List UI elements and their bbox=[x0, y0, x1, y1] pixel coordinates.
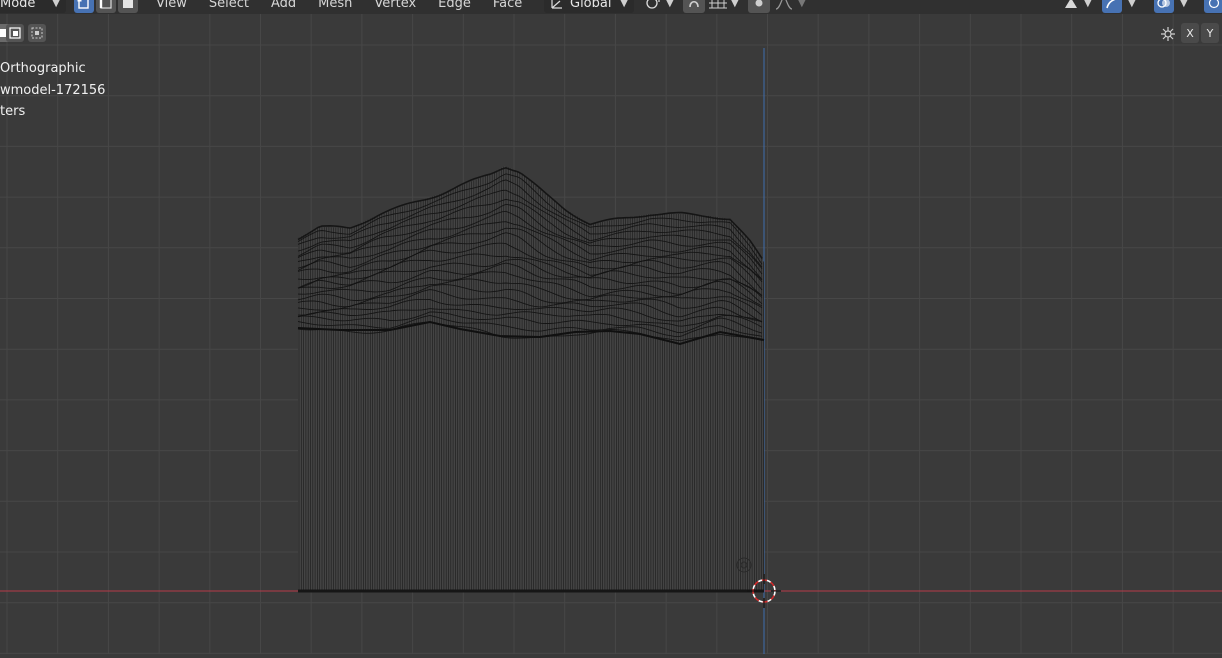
proportional-edit-icon[interactable] bbox=[748, 0, 770, 13]
shading-mode-button[interactable] bbox=[1204, 0, 1222, 14]
view-projection-label: Orthographic bbox=[0, 61, 86, 76]
xray-toggle[interactable]: ▼ bbox=[1154, 0, 1188, 14]
chevron-down-icon[interactable]: ▼ bbox=[798, 0, 806, 9]
select-extend-icon[interactable] bbox=[6, 24, 24, 42]
chevron-down-icon[interactable]: ▼ bbox=[731, 0, 739, 9]
snapping-controls: ▼ bbox=[683, 0, 739, 14]
menu-vertex[interactable]: Vertex bbox=[374, 0, 416, 11]
chevron-down-icon: ▼ bbox=[1128, 0, 1136, 9]
gizmo-toggle[interactable]: ▼ bbox=[1062, 0, 1092, 14]
edge-select-icon[interactable] bbox=[96, 0, 116, 13]
select-subtract-icon[interactable] bbox=[28, 24, 46, 42]
chevron-down-icon: ▼ bbox=[1084, 0, 1092, 9]
chevron-down-icon: ▼ bbox=[666, 0, 674, 9]
viewport-info-text: Orthographic wmodel-172156 ters bbox=[0, 58, 105, 123]
view-x-axis-button[interactable]: X bbox=[1181, 23, 1199, 43]
falloff-curve-icon[interactable] bbox=[774, 0, 794, 10]
mode-label: Mode bbox=[0, 0, 36, 11]
chevron-down-icon: ▼ bbox=[620, 0, 628, 9]
face-select-icon[interactable] bbox=[118, 0, 138, 13]
view-y-axis-button[interactable]: Y bbox=[1201, 23, 1219, 43]
terrain-mesh-wireframe[interactable] bbox=[297, 166, 765, 593]
3d-viewport[interactable] bbox=[0, 14, 1222, 654]
mode-selector[interactable]: Mode ▼ bbox=[0, 0, 66, 14]
proportional-editing-controls: ▼ bbox=[748, 0, 806, 14]
viewport-header: Mode ▼ View Select Add Mesh Vertex Edge … bbox=[0, 0, 1222, 14]
axis-gizmo-icon[interactable] bbox=[1158, 25, 1178, 47]
units-label: ters bbox=[0, 104, 26, 119]
chevron-down-icon: ▼ bbox=[52, 0, 60, 9]
menu-select[interactable]: Select bbox=[209, 0, 249, 11]
orientation-label: Global bbox=[570, 0, 612, 11]
transform-orientation-selector[interactable]: Global ▼ bbox=[544, 0, 634, 14]
menu-add[interactable]: Add bbox=[271, 0, 296, 11]
viewport-canvas[interactable] bbox=[0, 14, 1222, 654]
menu-edge[interactable]: Edge bbox=[438, 0, 471, 11]
wireframe-shading-icon bbox=[1204, 0, 1222, 13]
gizmo-icon bbox=[1065, 0, 1077, 8]
menu-mesh[interactable]: Mesh bbox=[318, 0, 352, 11]
pivot-point-selector[interactable]: ▼ bbox=[644, 0, 674, 14]
pivot-point-icon bbox=[646, 0, 660, 9]
overlay-toggle[interactable]: ▼ bbox=[1102, 0, 1136, 14]
orientation-axes-icon bbox=[551, 0, 562, 9]
vertex-select-icon[interactable] bbox=[74, 0, 94, 13]
editor-menus: View Select Add Mesh Vertex Edge Face UV bbox=[156, 0, 563, 14]
menu-face[interactable]: Face bbox=[493, 0, 522, 11]
snap-toggle-icon[interactable] bbox=[683, 0, 705, 13]
chevron-down-icon: ▼ bbox=[1180, 0, 1188, 9]
snap-increment-icon[interactable] bbox=[708, 0, 728, 10]
xray-icon bbox=[1154, 0, 1174, 13]
object-name-label: wmodel-172156 bbox=[0, 82, 106, 98]
select-mode-buttons bbox=[74, 0, 138, 14]
menu-view[interactable]: View bbox=[156, 0, 187, 11]
overlays-icon bbox=[1102, 0, 1122, 13]
